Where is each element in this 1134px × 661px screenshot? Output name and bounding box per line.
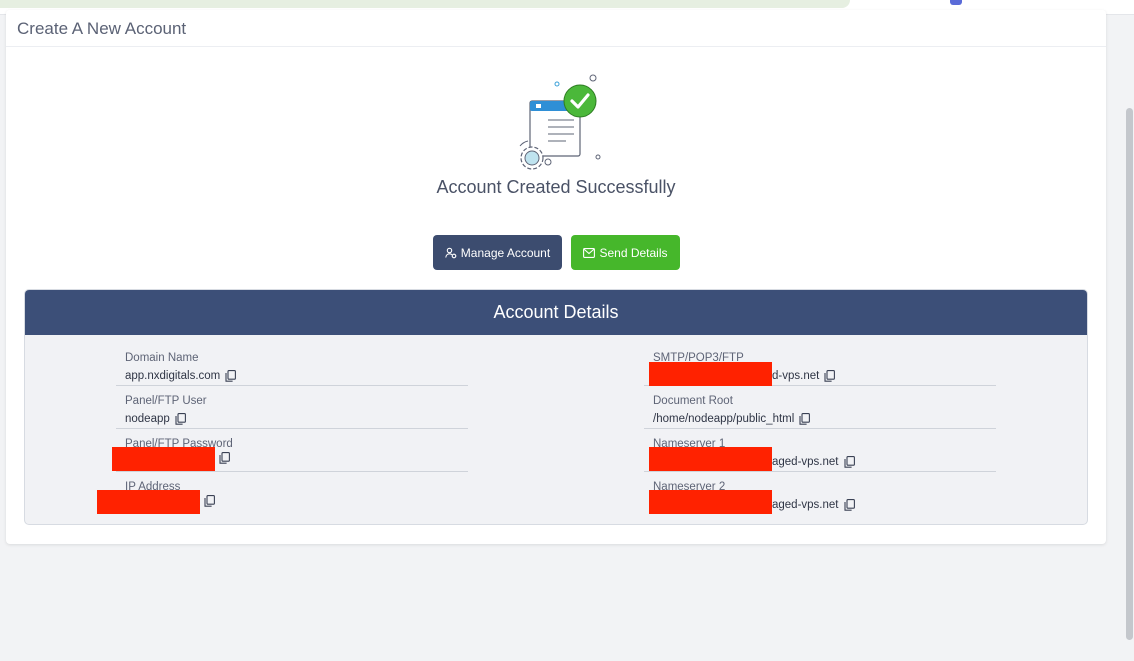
nameserver-2-value-row: aged-vps.net: [772, 499, 855, 511]
nameserver-1-field: Nameserver 1 aged-vps.net: [644, 429, 996, 472]
browser-tab-strip: [0, 0, 850, 8]
smtp-pop3-ftp-field: SMTP/POP3/FTP d-vps.net: [644, 343, 996, 386]
copy-icon[interactable]: [225, 370, 237, 382]
page-title: Create A New Account: [17, 19, 187, 38]
check-circle-icon: [563, 84, 597, 118]
send-details-button[interactable]: Send Details: [571, 235, 680, 270]
page-scrollbar-thumb[interactable]: [1126, 108, 1133, 640]
card-header: Create A New Account: [6, 10, 1106, 47]
field-label: Panel/FTP User: [125, 395, 207, 407]
field-label: Domain Name: [125, 352, 199, 364]
panel-ftp-user-value-row: nodeapp: [125, 413, 186, 425]
panel-ftp-password-field: Panel/FTP Password: [112, 429, 468, 472]
success-illustration: [519, 74, 601, 170]
nameserver-1-value: aged-vps.net: [772, 456, 839, 468]
smtp-pop3-ftp-value: d-vps.net: [772, 370, 820, 382]
field-label: Document Root: [653, 395, 733, 407]
panel-ftp-user-field: Panel/FTP User nodeapp: [116, 386, 468, 429]
ip-address-field: IP Address: [97, 472, 468, 515]
account-details-heading: Account Details: [25, 290, 1087, 335]
manage-account-button[interactable]: Manage Account: [433, 235, 562, 270]
smtp-pop3-ftp-value-row: d-vps.net: [772, 370, 836, 382]
send-details-label: Send Details: [599, 245, 668, 260]
redacted-nameserver-2: [649, 490, 772, 514]
document-root-field: Document Root /home/nodeapp/public_html: [644, 386, 996, 429]
document-root-value-row: /home/nodeapp/public_html: [653, 413, 811, 425]
domain-name-value: app.nxdigitals.com: [125, 370, 221, 382]
document-root-value: /home/nodeapp/public_html: [653, 413, 795, 425]
copy-icon[interactable]: [824, 370, 836, 382]
redacted-ip-address: [97, 490, 200, 514]
redacted-smtp-host: [649, 362, 772, 386]
redacted-password: [112, 447, 215, 471]
nameserver-2-field: Nameserver 2 aged-vps.net: [644, 472, 996, 515]
panel-ftp-user-value: nodeapp: [125, 413, 170, 425]
manage-account-label: Manage Account: [460, 245, 551, 260]
success-message: Account Created Successfully: [436, 177, 676, 197]
copy-icon[interactable]: [175, 413, 186, 425]
nameserver-2-value: aged-vps.net: [772, 499, 839, 511]
redacted-nameserver-1: [649, 447, 772, 471]
envelope-icon: [583, 247, 596, 258]
domain-name-value-row: app.nxdigitals.com: [125, 370, 237, 382]
create-account-card: Create A New Account Account Created Suc…: [6, 10, 1106, 544]
copy-icon[interactable]: [843, 456, 855, 468]
copy-icon[interactable]: [204, 495, 215, 507]
nameserver-1-value-row: aged-vps.net: [772, 456, 855, 468]
copy-icon[interactable]: [799, 413, 811, 425]
domain-name-field: Domain Name app.nxdigitals.com: [116, 343, 468, 386]
account-details-panel: Account Details Domain Name app.nxdigita…: [24, 289, 1088, 525]
browser-extension-icon[interactable]: [950, 0, 962, 5]
copy-icon[interactable]: [843, 499, 855, 511]
users-gear-icon: [445, 247, 457, 258]
copy-icon[interactable]: [219, 452, 230, 464]
